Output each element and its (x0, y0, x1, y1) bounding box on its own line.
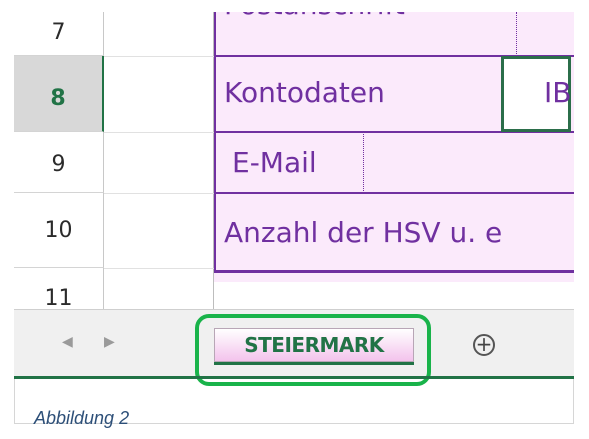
status-line (14, 376, 574, 379)
row-header-11[interactable]: 11 (14, 268, 104, 309)
gridline (104, 268, 214, 269)
gridline (104, 56, 214, 57)
cell-border (214, 192, 574, 194)
row-number: 8 (50, 86, 66, 111)
cell-border (214, 12, 216, 273)
cell-border (516, 12, 517, 56)
row-header-10[interactable]: 10 (14, 193, 104, 268)
gridline (104, 193, 214, 194)
row-header-8[interactable]: 8 (14, 56, 104, 132)
row-number: 11 (44, 286, 73, 309)
row-number: 9 (51, 152, 66, 177)
cell-iban-partial[interactable]: IB (544, 76, 571, 109)
add-sheet-icon[interactable]: + (473, 334, 495, 356)
cell-row7-label[interactable]: Postanschrift (224, 12, 405, 21)
gridline (104, 132, 214, 133)
row-number: 10 (44, 218, 73, 243)
cell-border (363, 132, 364, 193)
row-number: 7 (51, 20, 66, 45)
scroll-tabs-right-icon[interactable]: ▶ (104, 333, 115, 350)
worksheet-grid[interactable]: 7 8 9 10 11 Postanschrift Kontodaten IB … (14, 12, 574, 309)
cell-anzahl[interactable]: Anzahl der HSV u. e (224, 216, 502, 249)
cell-email[interactable]: E-Mail (232, 146, 317, 179)
figure-caption: Abbildung 2 (34, 408, 130, 428)
row-header-7[interactable]: 7 (14, 12, 104, 56)
row-header-9[interactable]: 9 (14, 132, 104, 193)
scroll-tabs-left-icon[interactable]: ◀ (62, 333, 73, 350)
cell-border (214, 270, 574, 273)
cell-kontodaten[interactable]: Kontodaten (224, 76, 385, 109)
